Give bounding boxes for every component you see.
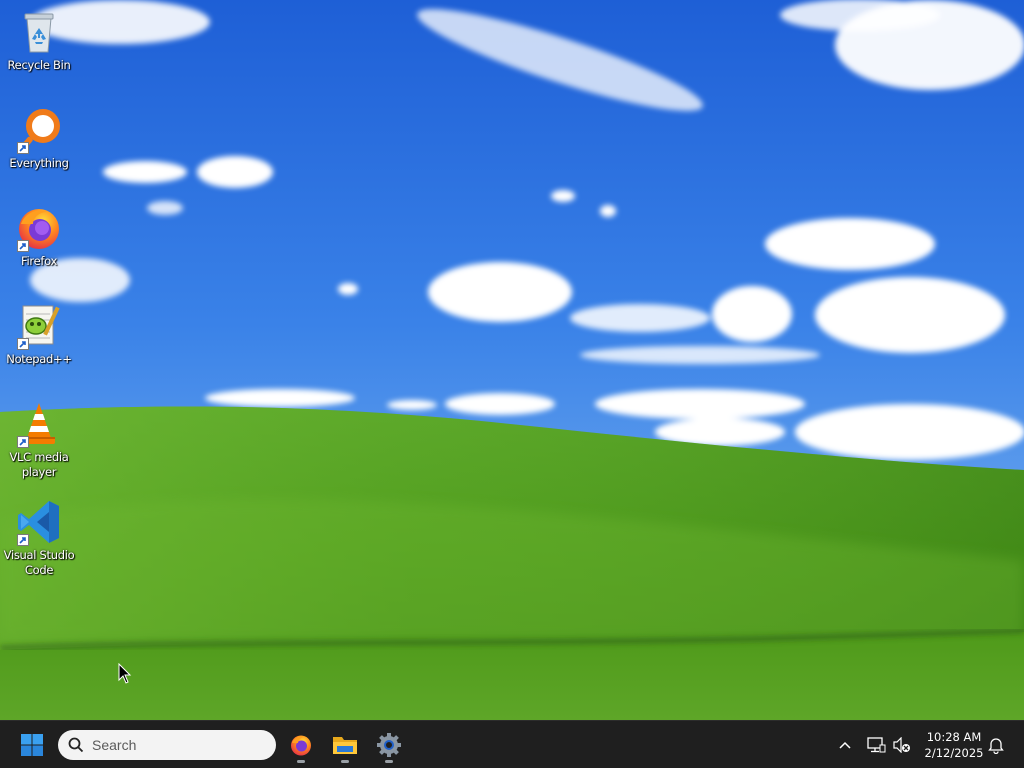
desktop-icon-label: Notepad++ bbox=[6, 352, 72, 366]
taskbar-settings-button[interactable] bbox=[369, 725, 409, 765]
mouse-cursor bbox=[118, 663, 132, 684]
desktop-wallpaper bbox=[0, 0, 1024, 720]
desktop-icon-recycle-bin[interactable]: Recycle Bin bbox=[2, 8, 76, 73]
shortcut-arrow-icon bbox=[17, 338, 29, 350]
gear-icon bbox=[377, 733, 401, 757]
desktop-icon-notepad-plus-plus[interactable]: Notepad++ bbox=[2, 302, 76, 367]
desktop-icon-label: Everything bbox=[9, 156, 69, 170]
running-indicator bbox=[297, 760, 305, 763]
network-icon bbox=[867, 737, 886, 753]
chevron-up-icon bbox=[839, 741, 851, 749]
shortcut-arrow-icon bbox=[17, 436, 29, 448]
taskbar-firefox-button[interactable] bbox=[281, 725, 321, 765]
firefox-icon bbox=[15, 204, 63, 252]
volume-muted-icon bbox=[893, 737, 910, 753]
taskbar-file-explorer-button[interactable] bbox=[325, 725, 365, 765]
shortcut-arrow-icon bbox=[17, 142, 29, 154]
notepad-plus-plus-icon bbox=[15, 302, 63, 350]
firefox-icon bbox=[291, 735, 311, 756]
desktop-icon-label: Firefox bbox=[21, 254, 57, 268]
running-indicator bbox=[385, 760, 393, 763]
desktop-icon-label: VLC media player bbox=[9, 450, 69, 479]
desktop-icon-firefox[interactable]: Firefox bbox=[2, 204, 76, 269]
search-icon bbox=[68, 737, 84, 753]
start-button[interactable] bbox=[12, 725, 52, 765]
volume-button[interactable] bbox=[891, 721, 913, 768]
vscode-icon bbox=[15, 498, 63, 546]
desktop-icon-everything[interactable]: Everything bbox=[2, 106, 76, 171]
desktop-icon-label: Visual Studio Code bbox=[3, 548, 75, 577]
bell-icon bbox=[988, 738, 1004, 754]
taskbar-search-box[interactable] bbox=[58, 730, 276, 760]
show-hidden-icons-button[interactable] bbox=[834, 721, 856, 768]
network-button[interactable] bbox=[864, 721, 888, 768]
desktop-icon-vlc[interactable]: VLC media player bbox=[2, 400, 76, 480]
taskbar-clock[interactable]: 10:28 AM 2/12/2025 bbox=[918, 729, 990, 761]
shortcut-arrow-icon bbox=[17, 534, 29, 546]
everything-search-icon bbox=[15, 106, 63, 154]
windows-start-icon bbox=[21, 734, 43, 756]
desktop-icon-label: Recycle Bin bbox=[7, 58, 71, 72]
vlc-cone-icon bbox=[15, 400, 63, 448]
notification-center-button[interactable] bbox=[984, 721, 1008, 768]
shortcut-arrow-icon bbox=[17, 240, 29, 252]
running-indicator bbox=[341, 760, 349, 763]
recycle-bin-icon bbox=[15, 8, 63, 56]
taskbar: 10:28 AM 2/12/2025 bbox=[0, 720, 1024, 768]
clock-date: 2/12/2025 bbox=[924, 746, 984, 760]
folder-icon bbox=[333, 737, 357, 754]
clock-time: 10:28 AM bbox=[926, 730, 982, 744]
desktop-icon-vscode[interactable]: Visual Studio Code bbox=[2, 498, 76, 578]
search-input[interactable] bbox=[92, 737, 252, 753]
